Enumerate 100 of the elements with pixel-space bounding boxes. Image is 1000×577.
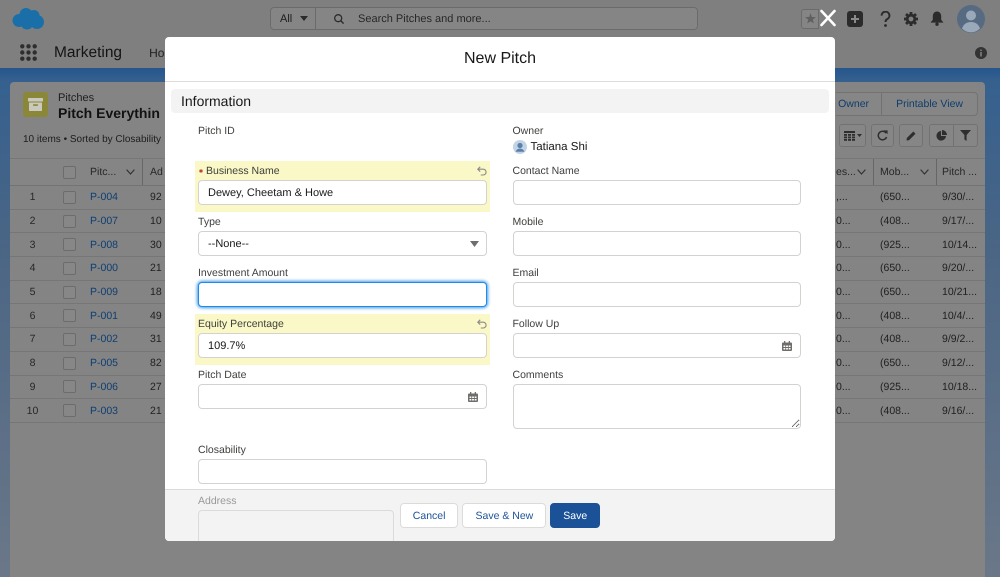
- close-button[interactable]: [820, 9, 836, 27]
- column-header[interactable]: Ad: [150, 166, 163, 178]
- table-cell-text: 21: [149, 261, 163, 276]
- table-cell-text: 9/9/2...: [941, 332, 976, 348]
- refresh-button[interactable]: [871, 124, 894, 147]
- text-input[interactable]: 109.7%: [198, 333, 486, 358]
- app-name: Marketing: [54, 44, 122, 62]
- record-link[interactable]: P-006: [90, 380, 118, 393]
- table-cell-text: 0...: [835, 356, 852, 372]
- toolbar-button[interactable]: Owner: [836, 92, 882, 116]
- table-cell-text: (650...: [879, 285, 911, 300]
- row-checkbox[interactable]: [62, 332, 76, 346]
- avatar-icon[interactable]: [957, 4, 985, 32]
- row-number: 1: [28, 190, 36, 206]
- section-header: Information: [171, 89, 829, 113]
- table-cell-text: 82: [149, 356, 163, 372]
- row-checkbox[interactable]: [62, 380, 76, 394]
- record-link[interactable]: P-003: [90, 404, 118, 417]
- record-link[interactable]: P-001: [90, 310, 118, 322]
- record-link[interactable]: P-004: [90, 191, 118, 204]
- refresh-icon: [877, 130, 888, 141]
- row-checkbox[interactable]: [62, 190, 76, 204]
- date-input[interactable]: [198, 384, 486, 409]
- pie-chart-icon: [936, 130, 947, 141]
- table-cell-text: (408...: [879, 332, 911, 348]
- list-summary: 10 items • Sorted by Closability: [23, 134, 162, 146]
- record-link[interactable]: P-007: [90, 215, 118, 228]
- secondary-button[interactable]: Save & New: [462, 503, 546, 528]
- table-cell-text: 0...: [835, 214, 852, 230]
- row-checkbox[interactable]: [62, 404, 76, 418]
- table-cell-text: 10/14...: [941, 238, 978, 253]
- column-header[interactable]: Mob...: [880, 166, 910, 178]
- toolbar-button[interactable]: Printable View: [881, 92, 978, 116]
- nav-tab[interactable]: Ho: [149, 46, 164, 60]
- undo-icon[interactable]: [476, 166, 486, 176]
- search-scope-dropdown[interactable]: All: [270, 7, 316, 30]
- row-checkbox[interactable]: [62, 262, 76, 275]
- help-icon[interactable]: [880, 10, 891, 26]
- text-area[interactable]: [512, 384, 801, 429]
- column-header[interactable]: Pitch ...: [942, 166, 978, 178]
- field-label: Type: [198, 216, 221, 228]
- chevron-icon[interactable]: [920, 169, 929, 175]
- field-label: Contact Name: [512, 165, 580, 177]
- column-header[interactable]: es...: [836, 166, 856, 178]
- favorites-button[interactable]: [801, 8, 819, 28]
- text-input[interactable]: [198, 282, 486, 307]
- date-input[interactable]: [512, 333, 801, 358]
- info-icon[interactable]: [975, 46, 987, 58]
- row-checkbox[interactable]: [62, 238, 76, 252]
- row-number: 10: [26, 404, 40, 419]
- text-input[interactable]: Dewey, Cheetam & Howe: [198, 180, 486, 205]
- row-checkbox[interactable]: [62, 286, 76, 299]
- table-cell-text: 0...: [835, 308, 852, 324]
- column-header[interactable]: Pitc...: [90, 166, 116, 178]
- select-all-checkbox[interactable]: [62, 166, 76, 178]
- add-icon[interactable]: [847, 10, 863, 26]
- field-label: Business Name: [206, 165, 280, 177]
- notification-bell-icon[interactable]: [930, 11, 944, 26]
- table-cell-text: 9/30/...: [941, 190, 976, 206]
- undo-icon[interactable]: [476, 319, 486, 329]
- calendar-icon: [782, 340, 792, 350]
- table-cell-text: 21: [149, 404, 163, 419]
- record-link[interactable]: P-000: [90, 262, 118, 274]
- table-cell-text: 0...: [835, 404, 852, 419]
- row-checkbox[interactable]: [62, 356, 76, 370]
- close-icon: [820, 9, 836, 27]
- record-link[interactable]: P-009: [90, 286, 118, 298]
- row-checkbox[interactable]: [62, 214, 76, 228]
- chart-button[interactable]: [929, 124, 954, 147]
- record-link[interactable]: P-008: [90, 238, 118, 251]
- chevron-icon[interactable]: [857, 169, 866, 175]
- row-number: 7: [28, 332, 36, 348]
- search-field[interactable]: Search Pitches and more...: [316, 7, 698, 30]
- settings-icon[interactable]: [904, 12, 918, 26]
- table-cell-text: 92: [149, 190, 163, 206]
- table-cell-text: 10/4/...: [941, 308, 976, 324]
- table-cell-text: 0...: [835, 285, 852, 300]
- save-button[interactable]: Save: [550, 503, 600, 528]
- owner-name[interactable]: Tatiana Shi: [530, 141, 588, 153]
- search-icon: [334, 14, 344, 24]
- table-cell-text: (408...: [879, 214, 911, 230]
- edit-button[interactable]: [899, 124, 923, 147]
- table-cell-text: 9/17/...: [941, 214, 976, 230]
- record-link[interactable]: P-005: [90, 357, 118, 370]
- field-label: Equity Percentage: [198, 318, 284, 330]
- star-icon: [804, 13, 816, 24]
- table-cell-text: 31: [149, 332, 163, 348]
- secondary-button[interactable]: Cancel: [400, 503, 458, 528]
- field-label: Owner: [512, 125, 544, 137]
- table-cell-text: 9/20/...: [941, 261, 976, 276]
- picklist-field[interactable]: --None--: [198, 231, 486, 256]
- list-view-name[interactable]: Pitch Everythin: [58, 105, 160, 122]
- row-checkbox[interactable]: [62, 309, 76, 322]
- list-display-button[interactable]: [839, 124, 866, 147]
- filter-button[interactable]: [954, 124, 978, 147]
- app-launcher-icon[interactable]: [20, 44, 37, 61]
- field-label: Investment Amount: [198, 267, 288, 279]
- record-link[interactable]: P-002: [90, 333, 118, 346]
- chevron-icon[interactable]: [126, 169, 135, 175]
- table-cell-text: (408...: [879, 308, 911, 324]
